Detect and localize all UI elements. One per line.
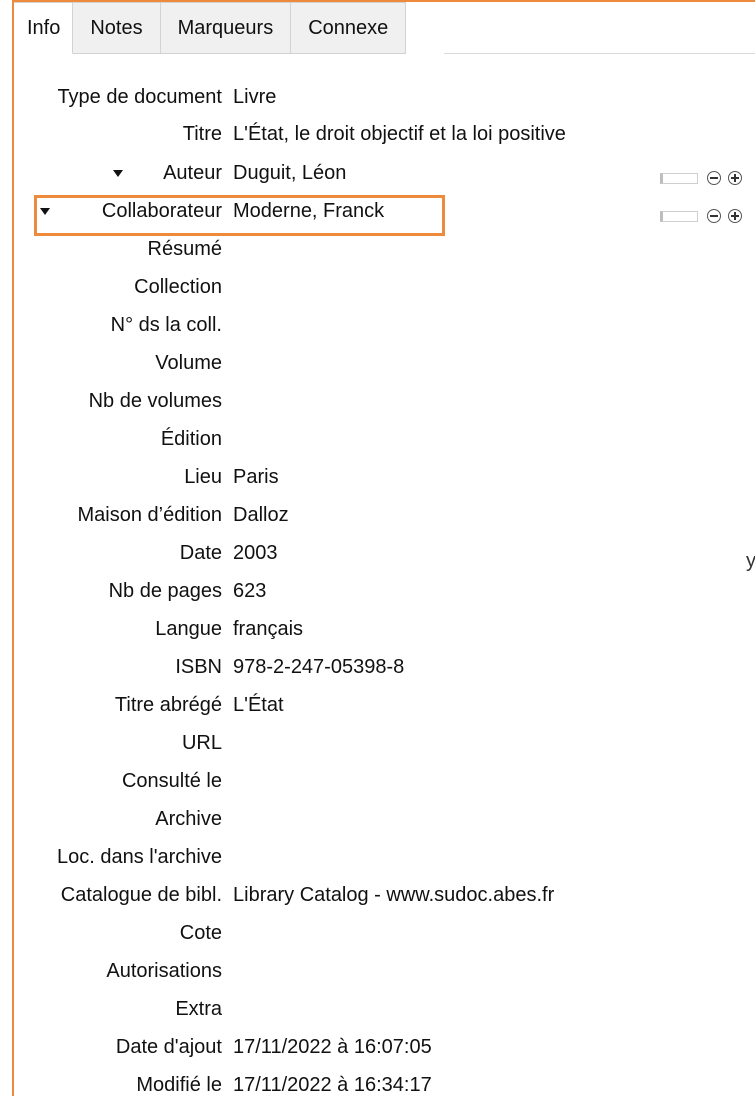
field-row-author: Auteur Duguit, Léon bbox=[0, 157, 755, 191]
field-row-date: Date 2003 bbox=[0, 537, 755, 571]
field-label: Date bbox=[179, 542, 222, 564]
creator-type-dropdown-icon[interactable] bbox=[40, 208, 50, 215]
field-label: Loc. dans l'archive bbox=[56, 846, 222, 868]
field-label: Résumé bbox=[147, 238, 222, 260]
field-row-access-date: Consulté le bbox=[0, 765, 755, 799]
field-label: N° ds la coll. bbox=[110, 314, 222, 336]
field-label: Consulté le bbox=[121, 770, 222, 792]
field-label: Type de document bbox=[57, 86, 222, 108]
field-label: Cote bbox=[179, 922, 222, 944]
date-modified-value: 17/11/2022 à 16:34:17 bbox=[233, 1074, 432, 1096]
field-row-short-title: Titre abrégé L'État bbox=[0, 689, 755, 723]
field-label: Autorisations bbox=[106, 960, 222, 982]
field-row-item-type: Type de document Livre bbox=[0, 81, 755, 115]
field-row-library-catalog: Catalogue de bibl. Library Catalog - www… bbox=[0, 879, 755, 913]
add-creator-icon[interactable] bbox=[728, 171, 742, 185]
field-label: ISBN bbox=[175, 656, 222, 678]
field-row-extra: Extra bbox=[0, 993, 755, 1027]
field-label: Nb de volumes bbox=[88, 390, 222, 412]
short-title-value[interactable]: L'État bbox=[233, 694, 284, 717]
field-row-series: Collection bbox=[0, 271, 755, 305]
field-label: Titre bbox=[182, 123, 222, 145]
name-mode-toggle[interactable] bbox=[660, 210, 698, 222]
field-label: Collection bbox=[134, 276, 222, 298]
author-controls bbox=[660, 169, 749, 187]
field-row-num-pages: Nb de pages 623 bbox=[0, 575, 755, 609]
contributor-value[interactable]: Moderne, Franck bbox=[233, 200, 384, 223]
field-label: URL bbox=[181, 732, 222, 754]
place-value[interactable]: Paris bbox=[233, 466, 279, 489]
field-row-date-added: Date d'ajout 17/11/2022 à 16:07:05 bbox=[0, 1031, 755, 1065]
publisher-value[interactable]: Dalloz bbox=[233, 504, 289, 527]
title-value[interactable]: L'État, le droit objectif et la loi posi… bbox=[233, 123, 566, 146]
field-label: Catalogue de bibl. bbox=[60, 884, 222, 906]
field-row-num-volumes: Nb de volumes bbox=[0, 385, 755, 419]
field-label: Archive bbox=[155, 808, 222, 830]
field-row-place: Lieu Paris bbox=[0, 461, 755, 495]
field-label: Titre abrégé bbox=[114, 694, 222, 716]
tab-info[interactable]: Info bbox=[14, 2, 74, 54]
tab-bar: Info Notes Marqueurs Connexe bbox=[14, 2, 407, 54]
field-label: Maison d’édition bbox=[77, 504, 222, 526]
field-label[interactable]: Collaborateur bbox=[102, 200, 222, 223]
field-row-language: Langue français bbox=[0, 613, 755, 647]
field-label: Extra bbox=[175, 998, 222, 1020]
field-row-series-number: N° ds la coll. bbox=[0, 309, 755, 343]
field-row-publisher: Maison d’édition Dalloz bbox=[0, 499, 755, 533]
field-row-rights: Autorisations bbox=[0, 955, 755, 989]
isbn-value[interactable]: 978-2-247-05398-8 bbox=[233, 656, 404, 679]
date-format-hint: y bbox=[746, 550, 755, 572]
tab-connexe[interactable]: Connexe bbox=[291, 2, 407, 54]
field-row-isbn: ISBN 978-2-247-05398-8 bbox=[0, 651, 755, 685]
field-row-contributor: Collaborateur Moderne, Franck bbox=[0, 195, 755, 229]
tab-notes[interactable]: Notes bbox=[73, 2, 161, 54]
field-row-archive-location: Loc. dans l'archive bbox=[0, 841, 755, 875]
field-row-archive: Archive bbox=[0, 803, 755, 837]
tab-divider bbox=[444, 53, 755, 54]
field-row-call-number: Cote bbox=[0, 917, 755, 951]
field-label: Nb de pages bbox=[108, 580, 222, 602]
add-creator-icon[interactable] bbox=[728, 209, 742, 223]
contributor-controls bbox=[660, 207, 749, 225]
name-mode-toggle[interactable] bbox=[660, 172, 698, 184]
field-label: Langue bbox=[155, 618, 222, 640]
library-catalog-value[interactable]: Library Catalog - www.sudoc.abes.fr bbox=[233, 884, 554, 907]
field-row-title: Titre L'État, le droit objectif et la lo… bbox=[0, 118, 755, 152]
num-pages-value[interactable]: 623 bbox=[233, 580, 266, 603]
creator-type-dropdown-icon[interactable] bbox=[113, 170, 123, 177]
field-label: Lieu bbox=[184, 466, 222, 488]
item-type-value[interactable]: Livre bbox=[233, 86, 276, 109]
field-label: Date d'ajout bbox=[115, 1036, 222, 1058]
date-value[interactable]: 2003 bbox=[233, 542, 278, 565]
remove-creator-icon[interactable] bbox=[707, 171, 721, 185]
language-value[interactable]: français bbox=[233, 618, 303, 641]
tab-marqueurs[interactable]: Marqueurs bbox=[160, 2, 292, 54]
author-value[interactable]: Duguit, Léon bbox=[233, 162, 346, 185]
field-label: Modifié le bbox=[136, 1074, 222, 1096]
date-added-value: 17/11/2022 à 16:07:05 bbox=[233, 1036, 432, 1058]
field-row-abstract: Résumé bbox=[0, 233, 755, 267]
field-label[interactable]: Auteur bbox=[163, 162, 222, 185]
field-row-edition: Édition bbox=[0, 423, 755, 457]
field-row-url: URL bbox=[0, 727, 755, 761]
field-row-volume: Volume bbox=[0, 347, 755, 381]
field-label: Volume bbox=[155, 352, 222, 374]
field-row-date-modified: Modifié le 17/11/2022 à 16:34:17 bbox=[0, 1069, 755, 1103]
remove-creator-icon[interactable] bbox=[707, 209, 721, 223]
field-label: Édition bbox=[160, 428, 222, 450]
